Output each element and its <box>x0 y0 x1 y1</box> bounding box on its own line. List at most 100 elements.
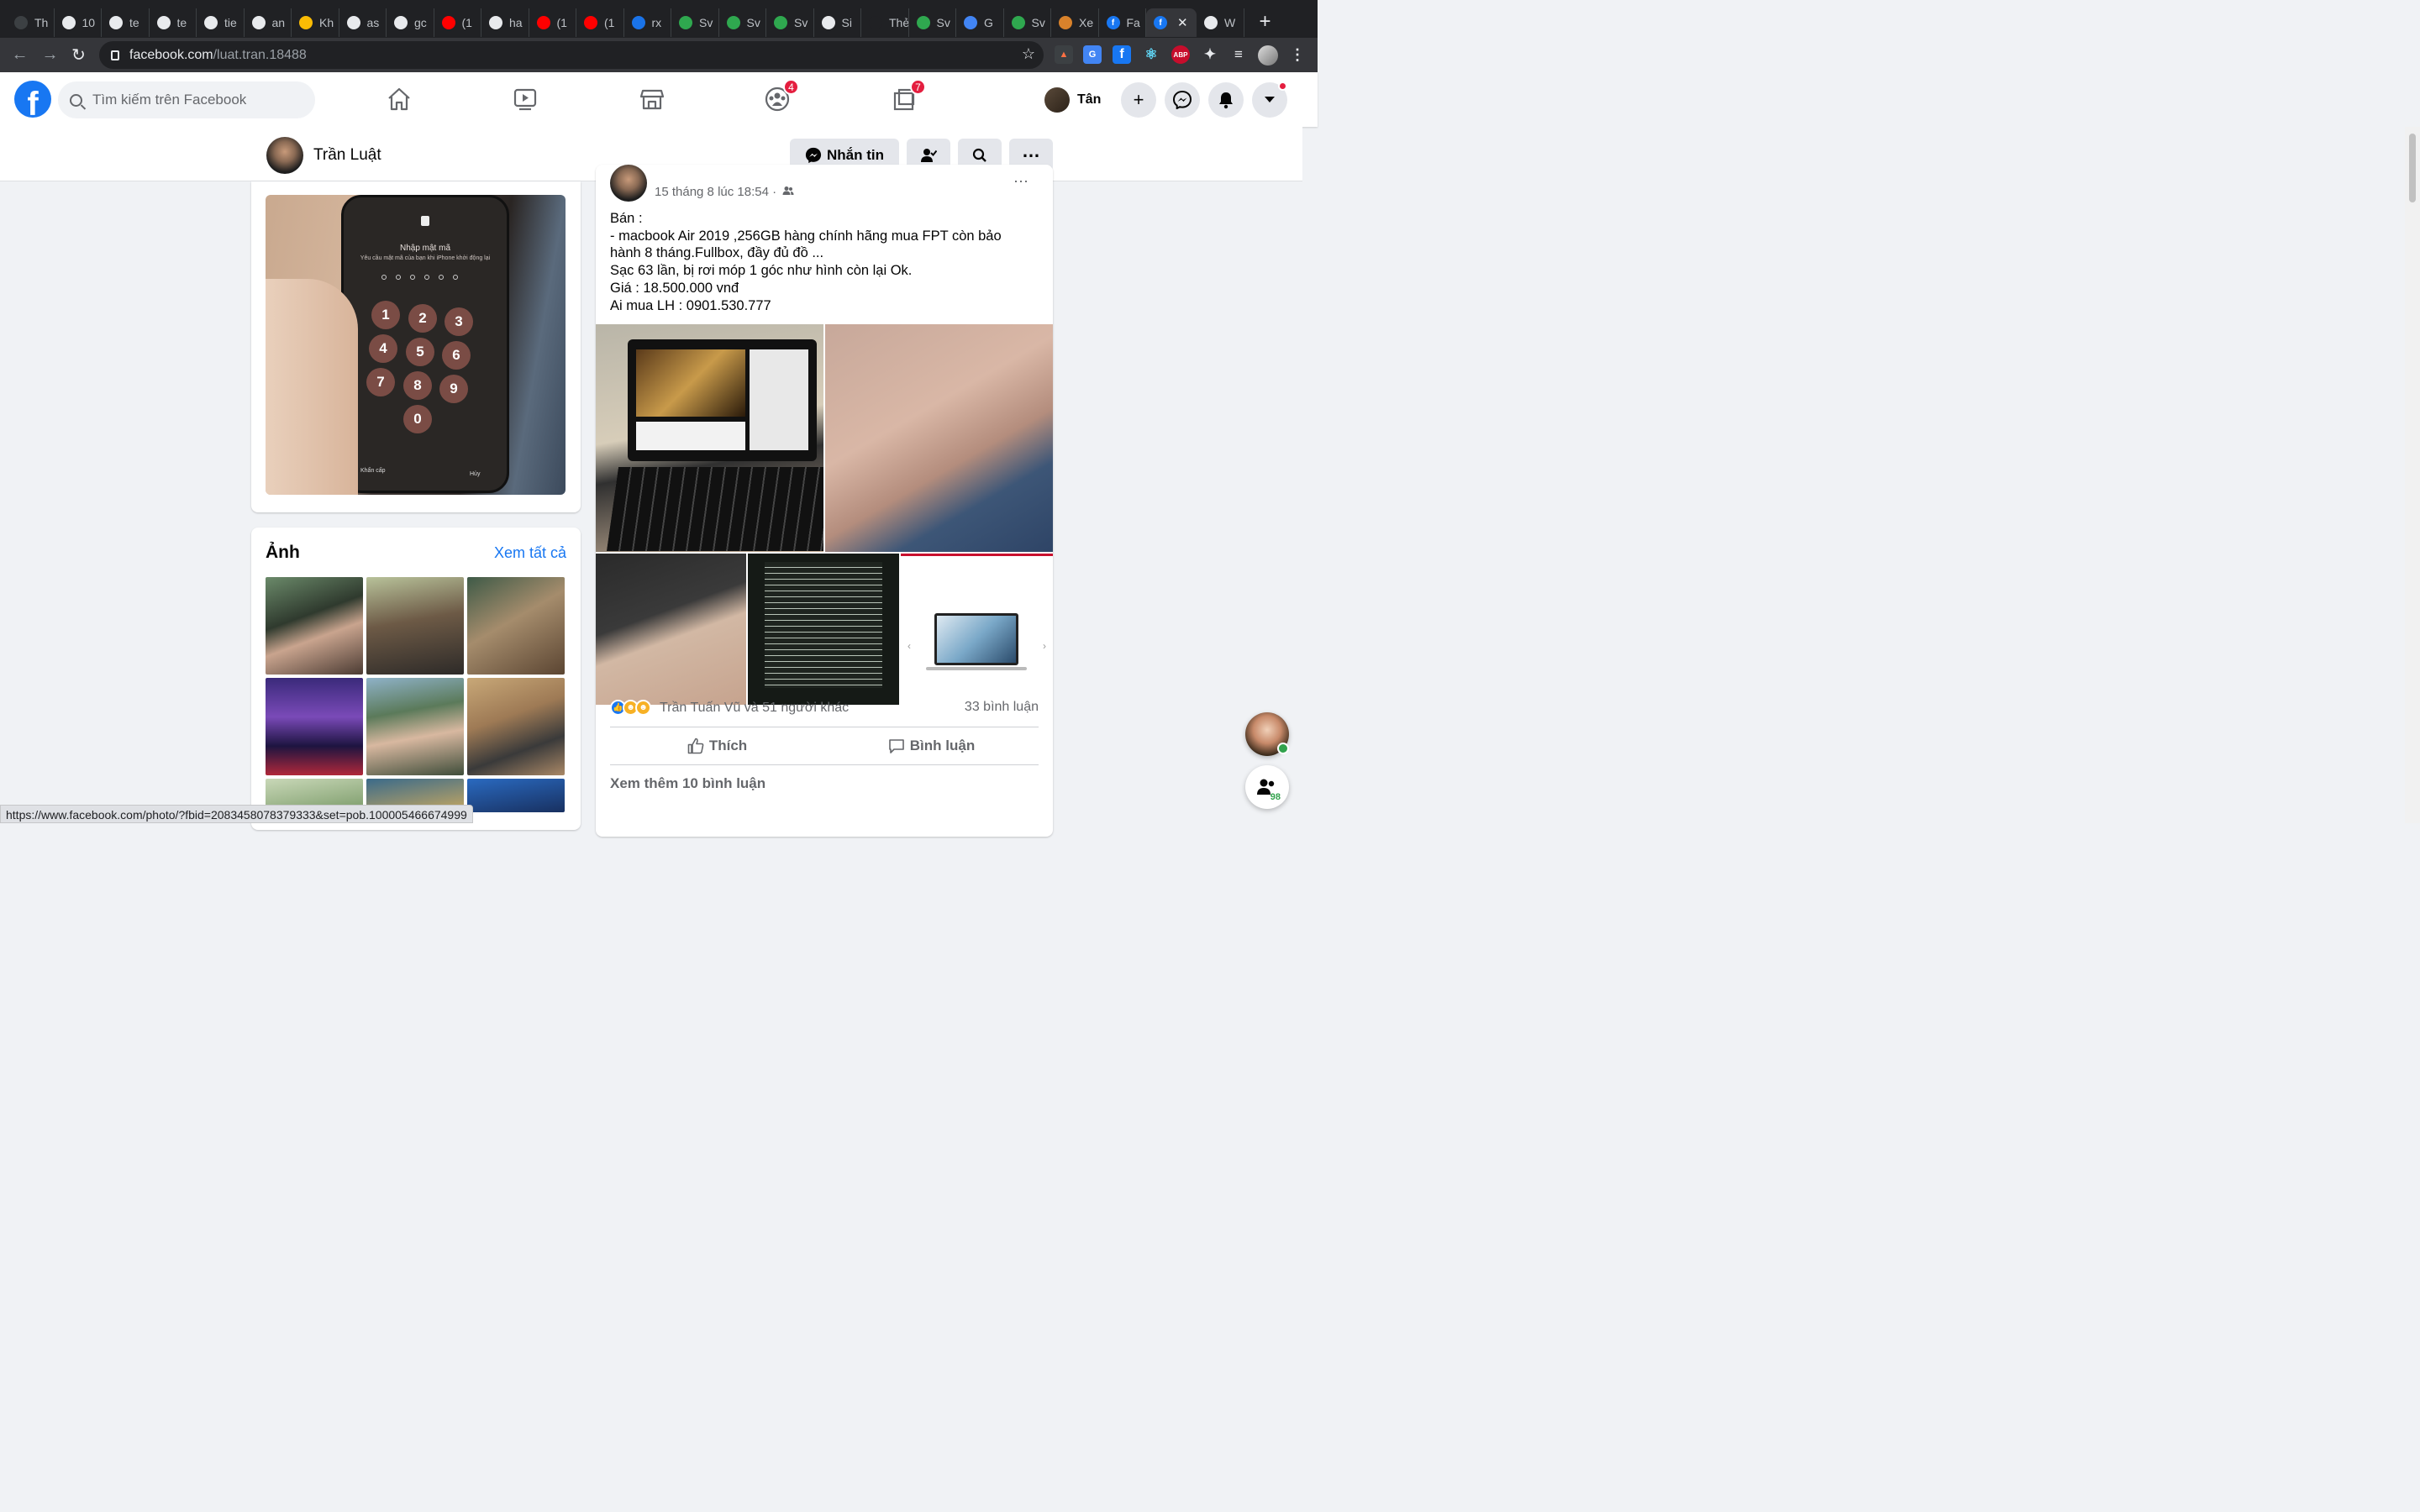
post-image-keyboard-trackpad[interactable] <box>596 554 746 705</box>
photo-thumb[interactable] <box>467 678 565 775</box>
browser-tab[interactable]: Th <box>7 8 55 37</box>
browser-tab[interactable]: W <box>1197 8 1244 37</box>
reload-icon[interactable]: ↻ <box>64 45 93 66</box>
see-all-photos-link[interactable]: Xem tất cả <box>494 544 566 562</box>
browser-tab[interactable]: te <box>150 8 197 37</box>
back-icon[interactable]: ← <box>5 45 34 65</box>
forward-icon[interactable]: → <box>35 45 65 65</box>
home-icon[interactable] <box>384 84 414 114</box>
browser-tab[interactable]: rx <box>624 8 671 37</box>
close-tab-icon[interactable]: ✕ <box>1177 15 1188 30</box>
page-scrollbar[interactable] <box>2405 127 2420 823</box>
react-devtools-icon[interactable]: ⚛ <box>1142 45 1160 64</box>
facebook-logo-icon[interactable]: f <box>14 81 51 118</box>
photo-thumb[interactable] <box>266 577 363 675</box>
browser-tab[interactable]: Sv <box>671 8 719 37</box>
photo-thumb[interactable] <box>266 678 363 775</box>
friend-check-icon <box>921 148 937 162</box>
watch-icon[interactable] <box>510 84 540 114</box>
photo-thumb[interactable] <box>366 678 464 775</box>
lock-icon <box>111 50 119 60</box>
github-icon <box>61 16 76 29</box>
reading-list-icon[interactable]: ≡ <box>1229 45 1248 64</box>
browser-tab[interactable]: 10 <box>55 8 102 37</box>
tab-title: 10 <box>82 16 96 29</box>
adblock-icon[interactable]: ABP <box>1171 45 1190 64</box>
facebook-search-input[interactable]: Tìm kiếm trên Facebook <box>58 81 315 118</box>
gaming-icon[interactable]: 7 <box>889 79 926 114</box>
photo-thumb[interactable] <box>467 577 565 675</box>
groups-icon[interactable]: 4 <box>762 79 799 114</box>
address-bar[interactable]: facebook.com/luat.tran.18488 ☆ <box>99 41 1044 69</box>
browser-tab[interactable]: f ✕ <box>1146 8 1197 37</box>
browser-tab[interactable]: f Fa <box>1099 8 1146 37</box>
facebook-extension-icon[interactable]: f <box>1113 45 1131 64</box>
chrome-menu-icon[interactable]: ⋮ <box>1288 45 1307 64</box>
featured-photo-iphone[interactable]: Nhập mật mã Yêu cầu mật mã của bạn khi i… <box>266 195 566 495</box>
carousel-prev-icon: ‹ <box>908 640 911 652</box>
account-menu-icon[interactable] <box>1252 81 1287 118</box>
post-options-icon[interactable]: ⋯ <box>1013 173 1029 191</box>
notifications-bell-icon[interactable] <box>1208 82 1244 118</box>
chat-head-avatar[interactable] <box>1245 712 1289 756</box>
comment-button[interactable]: Bình luận <box>824 729 1039 763</box>
profile-name-link[interactable]: Trần Luật <box>266 137 381 174</box>
browser-tab[interactable]: ha <box>481 8 529 37</box>
bookmark-star-icon[interactable]: ☆ <box>1022 45 1035 63</box>
youtube-icon <box>536 16 550 29</box>
post-author-avatar[interactable] <box>610 165 647 202</box>
browser-tab[interactable]: Sv <box>1004 8 1051 37</box>
passcode-key: 8 <box>403 371 432 400</box>
browser-tab[interactable]: (1 <box>529 8 576 37</box>
extensions-puzzle-icon[interactable]: ✦ <box>1201 45 1219 64</box>
tab-title: Fa <box>1126 16 1140 29</box>
create-plus-icon[interactable]: + <box>1121 82 1156 118</box>
svelte-icon <box>726 16 740 29</box>
like-button[interactable]: Thích <box>610 729 824 763</box>
scrollbar-thumb[interactable] <box>2409 134 2416 202</box>
photo-thumb[interactable] <box>366 577 464 675</box>
browser-tab[interactable]: tie <box>197 8 245 37</box>
browser-tab[interactable]: Kh <box>292 8 339 37</box>
product-laptop-image <box>934 613 1018 665</box>
post-image-system-info[interactable] <box>748 554 899 705</box>
tab-title: Sv <box>936 16 950 29</box>
contacts-button[interactable]: 98 <box>1245 765 1289 809</box>
post-image-macbook-lid[interactable] <box>825 324 1053 552</box>
fire-extension-icon[interactable]: ▲ <box>1055 45 1073 64</box>
browser-tab[interactable]: Sv <box>909 8 956 37</box>
post-image-fpt-listing[interactable]: ‹ › <box>901 554 1053 705</box>
browser-tab[interactable]: Xe <box>1051 8 1099 37</box>
comments-count[interactable]: 33 bình luận <box>965 700 1039 715</box>
cancel-label: Hủy <box>470 471 481 477</box>
browser-tab[interactable]: Sv <box>719 8 766 37</box>
user-profile-chip[interactable]: Tân <box>1044 85 1101 115</box>
browser-tab[interactable]: an <box>245 8 292 37</box>
search-icon <box>70 93 82 107</box>
new-tab-icon[interactable]: + <box>1260 10 1271 34</box>
browser-tab[interactable]: Si <box>814 8 861 37</box>
browser-tab[interactable]: Sv <box>766 8 814 37</box>
friends-audience-icon <box>782 186 794 195</box>
browser-tab[interactable]: (1 <box>576 8 624 37</box>
hand-holding-phone <box>266 279 358 495</box>
message-button-label: Nhắn tin <box>827 146 884 163</box>
tab-title: Thẻ m <box>889 16 908 29</box>
photo-thumb[interactable] <box>467 779 565 812</box>
marketplace-icon[interactable] <box>637 84 667 114</box>
browser-tab[interactable]: te <box>102 8 150 37</box>
browser-tab[interactable]: (1 <box>434 8 481 37</box>
passcode-dots <box>381 275 458 280</box>
translate-extension-icon[interactable]: G <box>1083 45 1102 64</box>
reactions-summary[interactable]: 👍 ☻ ☻ Trần Tuấn Vũ và 51 người khác <box>610 700 849 716</box>
post-image-macbook-screen[interactable] <box>596 324 823 552</box>
browser-tab[interactable]: Thẻ m <box>861 8 909 37</box>
browser-tab[interactable]: as <box>339 8 387 37</box>
blank-icon <box>869 16 882 29</box>
view-more-comments-link[interactable]: Xem thêm 10 bình luận <box>610 775 765 792</box>
browser-tab[interactable]: G <box>956 8 1004 37</box>
post-timestamp[interactable]: 15 tháng 8 lúc 18:54 · <box>655 185 776 199</box>
chrome-profile-avatar[interactable] <box>1258 45 1278 66</box>
browser-tab[interactable]: gc <box>387 8 434 37</box>
messenger-icon[interactable] <box>1165 82 1200 118</box>
